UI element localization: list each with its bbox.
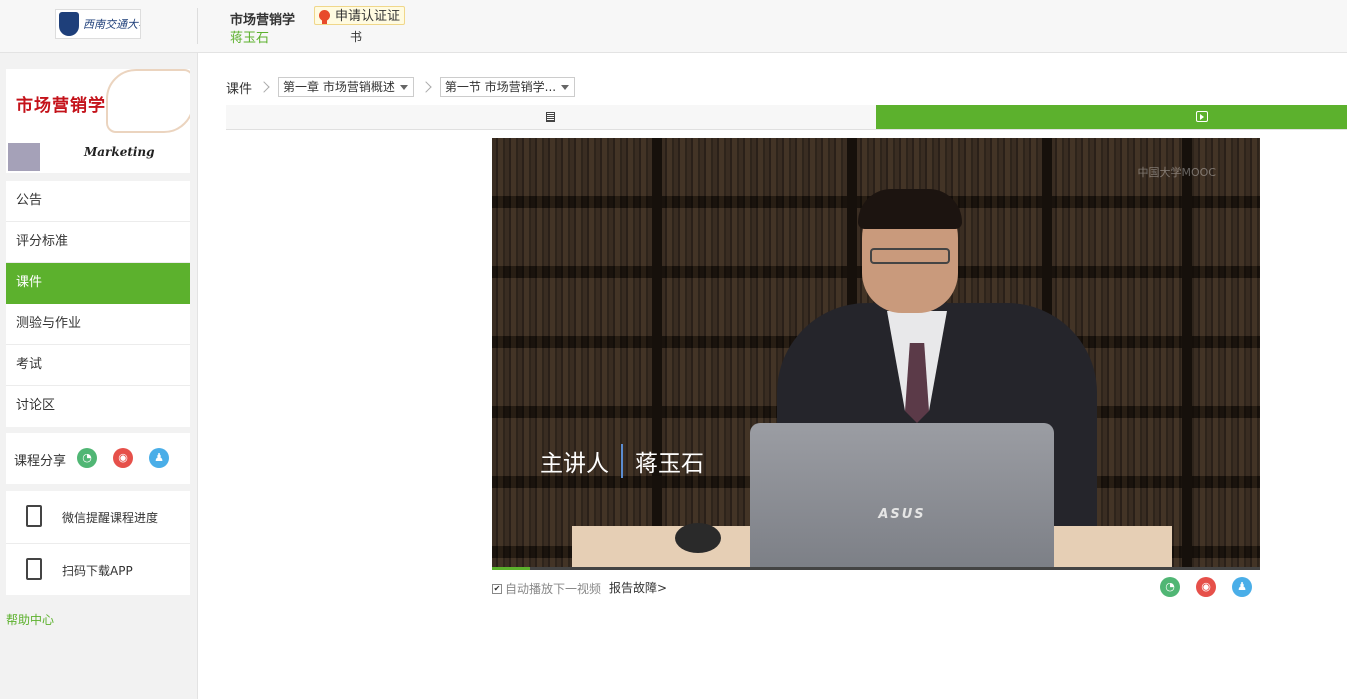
chevron-right-icon bbox=[258, 81, 270, 93]
caption-divider bbox=[621, 444, 623, 478]
video-frame-detail bbox=[858, 189, 962, 229]
video-watermark: 中国大学MOOC bbox=[1137, 166, 1217, 179]
main-content: 课件 第一章 市场营销概述 第一节 市场营销学... 中国大学MOOC ASUS… bbox=[198, 53, 1347, 699]
nav-item-courseware[interactable]: 课件 bbox=[6, 263, 190, 304]
course-cover-image: 市场营销学 Marketing bbox=[6, 69, 190, 173]
nav-item-grading[interactable]: 评分标准 bbox=[6, 222, 190, 263]
video-frame-detail bbox=[1182, 138, 1192, 570]
nav-item-discussion[interactable]: 讨论区 bbox=[6, 386, 190, 427]
chevron-right-icon bbox=[420, 81, 432, 93]
speaker-role: 主讲人 bbox=[540, 451, 609, 477]
view-tabs bbox=[226, 105, 1347, 130]
breadcrumb-root[interactable]: 课件 bbox=[226, 78, 252, 97]
course-nav: 公告 评分标准 课件 测验与作业 考试 讨论区 bbox=[6, 181, 190, 427]
phone-icon bbox=[26, 558, 42, 580]
course-share-label: 课程分享 bbox=[14, 454, 67, 469]
autoplay-checkbox[interactable]: ✔ bbox=[492, 584, 502, 594]
wechat-reminder-item[interactable]: 微信提醒课程进度 bbox=[6, 491, 190, 543]
checklist-icon bbox=[26, 505, 42, 527]
cover-title-en: Marketing bbox=[84, 145, 155, 159]
document-icon bbox=[546, 112, 555, 122]
laptop-brand: ASUS bbox=[878, 507, 926, 522]
header-divider bbox=[197, 8, 198, 44]
video-progress-fill bbox=[492, 567, 531, 570]
breadcrumb: 课件 第一章 市场营销概述 第一节 市场营销学... bbox=[226, 77, 576, 97]
download-app-item[interactable]: 扫码下载APP bbox=[6, 543, 190, 596]
university-logo-text: 西南交通大学 bbox=[83, 18, 140, 31]
weibo-icon[interactable]: ◉ bbox=[113, 448, 133, 468]
video-frame-detail bbox=[870, 248, 950, 264]
report-issue-link[interactable]: 报告故障> bbox=[609, 579, 667, 596]
teacher-name-link[interactable]: 蒋玉石 bbox=[230, 27, 269, 46]
course-share-panel: 课程分享 ◔ ◉ ♟ bbox=[6, 433, 190, 484]
wechat-icon[interactable]: ◔ bbox=[1160, 577, 1180, 597]
tab-document[interactable] bbox=[226, 105, 876, 129]
left-sidebar: 市场营销学 Marketing 公告 评分标准 课件 测验与作业 考试 讨论区 … bbox=[0, 53, 198, 699]
video-frame-detail bbox=[675, 523, 721, 553]
qq-icon[interactable]: ♟ bbox=[149, 448, 169, 468]
cover-brush-art bbox=[106, 69, 190, 133]
video-progress-bar[interactable] bbox=[492, 567, 1260, 570]
video-laptop: ASUS bbox=[750, 423, 1054, 570]
video-controls-row: ✔ 自动播放下一视频 报告故障> ◔ ◉ ♟ bbox=[492, 577, 1260, 599]
cover-title-cn: 市场营销学 bbox=[16, 96, 106, 116]
section-select[interactable]: 第一节 市场营销学... bbox=[439, 77, 576, 97]
apply-certificate-label-suffix[interactable]: 书 bbox=[350, 28, 362, 45]
video-frame-detail bbox=[652, 138, 662, 570]
autoplay-label: 自动播放下一视频 bbox=[505, 582, 602, 596]
university-logo[interactable]: 西南交通大学 bbox=[55, 9, 141, 39]
help-center-link[interactable]: 帮助中心 bbox=[6, 611, 54, 628]
wechat-icon[interactable]: ◔ bbox=[77, 448, 97, 468]
tools-panel: 微信提醒课程进度 扫码下载APP bbox=[6, 491, 190, 595]
video-player[interactable]: 中国大学MOOC ASUS 主讲人 蒋玉石 bbox=[492, 138, 1260, 570]
nav-item-announcements[interactable]: 公告 bbox=[6, 181, 190, 222]
tab-video[interactable] bbox=[876, 105, 1347, 129]
weibo-icon[interactable]: ◉ bbox=[1196, 577, 1216, 597]
course-title: 市场营销学 bbox=[230, 13, 296, 28]
top-header: 西南交通大学 市场营销学 蒋玉石 申请认证证 书 bbox=[0, 0, 1347, 53]
play-icon bbox=[1196, 111, 1208, 122]
nav-item-quizzes[interactable]: 测验与作业 bbox=[6, 304, 190, 345]
apply-certificate-button[interactable]: 申请认证证 bbox=[314, 6, 406, 25]
speaker-caption: 主讲人 蒋玉石 bbox=[540, 444, 704, 478]
cover-seal-art bbox=[8, 143, 40, 171]
apply-certificate-label: 申请认证证 bbox=[335, 9, 401, 24]
qq-icon[interactable]: ♟ bbox=[1232, 577, 1252, 597]
speaker-name: 蒋玉石 bbox=[635, 451, 704, 477]
download-app-label: 扫码下载APP bbox=[62, 564, 133, 578]
nav-item-exam[interactable]: 考试 bbox=[6, 345, 190, 386]
certificate-ribbon-icon bbox=[319, 10, 330, 24]
wechat-reminder-label: 微信提醒课程进度 bbox=[62, 511, 159, 525]
university-crest-icon bbox=[59, 12, 79, 36]
chapter-select[interactable]: 第一章 市场营销概述 bbox=[278, 77, 414, 97]
